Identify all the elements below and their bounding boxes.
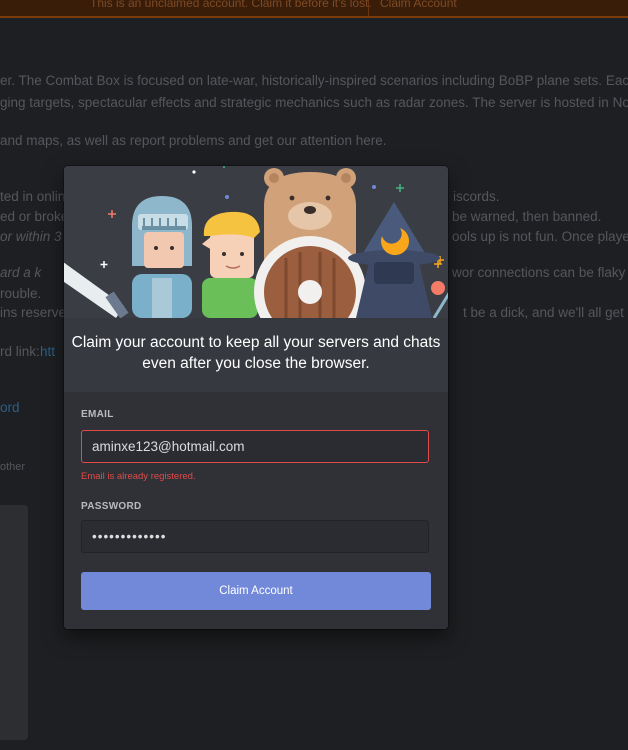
- background-text: t be a dick, and we'll all get a: [463, 305, 628, 320]
- email-error-text: Email is already registered.: [81, 471, 196, 482]
- background-text: iscords.: [453, 189, 500, 204]
- background-panel: [0, 505, 28, 740]
- email-label: EMAIL: [81, 409, 114, 420]
- background-text: be warned, then banned.: [452, 209, 602, 224]
- illustration-elf: [202, 211, 260, 318]
- unclaimed-account-banner: This is an unclaimed account. Claim it b…: [0, 0, 628, 18]
- modal-headline: Claim your account to keep all your serv…: [64, 332, 448, 374]
- background-text: or within 3: [0, 229, 62, 244]
- background-text: er. The Combat Box is focused on late-wa…: [0, 73, 628, 88]
- password-label: PASSWORD: [81, 501, 142, 512]
- password-field[interactable]: •••••••••••••: [81, 520, 429, 553]
- illustration-knight: [132, 196, 192, 318]
- background-link[interactable]: ord: [0, 400, 20, 415]
- illustration-wizard: [348, 202, 448, 318]
- background-text: ed or broke: [0, 209, 69, 224]
- background-text: ins reserve: [0, 305, 67, 320]
- background-text: rd link:: [0, 344, 40, 359]
- email-field[interactable]: aminxe123@hotmail.com: [81, 430, 429, 463]
- background-text: ging targets, spectacular effects and st…: [0, 95, 628, 110]
- banner-divider: [368, 0, 369, 16]
- claim-account-button[interactable]: Claim Account: [81, 572, 431, 610]
- background-text: other: [0, 461, 26, 473]
- claim-account-modal: Claim your account to keep all your serv…: [64, 166, 448, 629]
- background-link[interactable]: htt: [40, 344, 55, 359]
- modal-illustration: [64, 166, 448, 318]
- banner-message: This is an unclaimed account. Claim it b…: [90, 0, 372, 10]
- banner-claim-button[interactable]: Claim Account: [380, 0, 457, 10]
- background-text: wor connections can be flaky a: [452, 265, 628, 280]
- background-text: and maps, as well as report problems and…: [0, 133, 387, 148]
- illustration-sword: [64, 262, 129, 318]
- headline-line-1: Claim your account to keep all your serv…: [71, 334, 441, 351]
- illustration-bear-shield: [254, 168, 366, 318]
- background-text: ools up is not fun. Once players: [452, 229, 628, 244]
- background-text: ard a k: [0, 265, 42, 280]
- background-text: rouble.: [0, 286, 42, 301]
- headline-line-2: even after you close the browser.: [142, 355, 370, 372]
- background-text: ted in onlin: [0, 189, 66, 204]
